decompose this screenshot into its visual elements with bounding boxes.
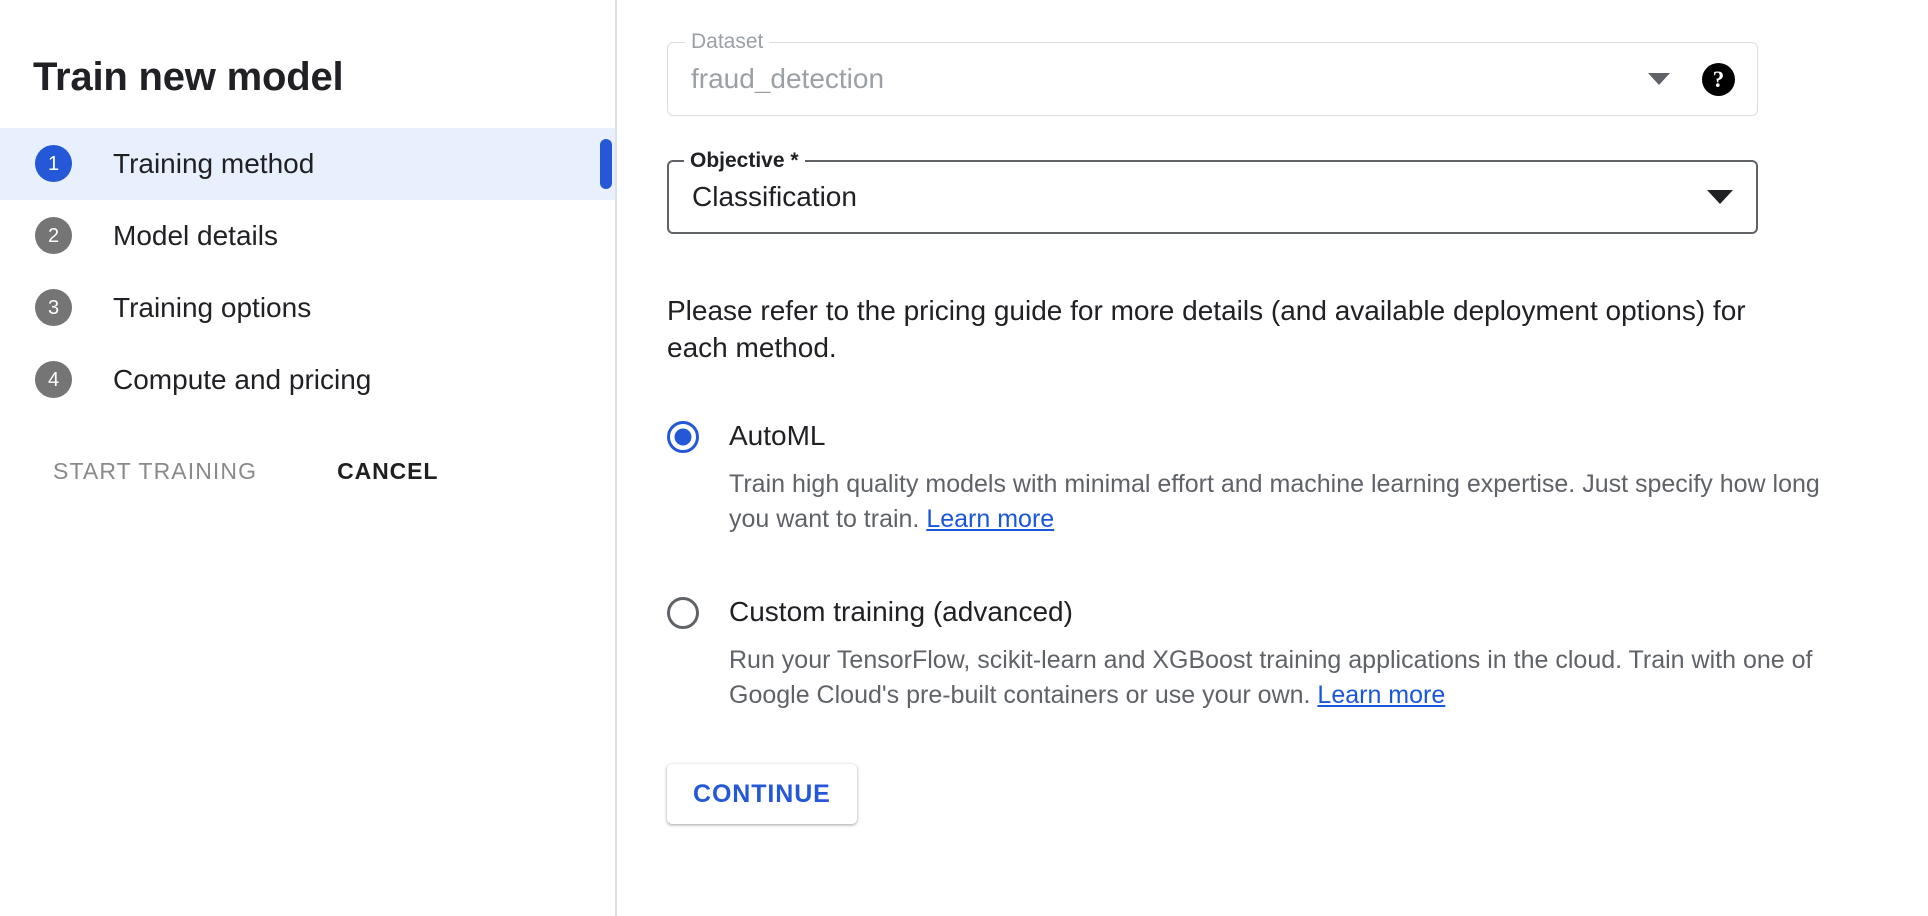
pricing-guide-text: Please refer to the pricing guide for mo… <box>667 292 1797 366</box>
train-new-model-wizard: Train new model 1 Training method 2 Mode… <box>0 0 1928 916</box>
wizard-sidebar: Train new model 1 Training method 2 Mode… <box>0 0 617 916</box>
radio-automl[interactable] <box>667 421 699 453</box>
dataset-selected-value: fraud_detection <box>668 65 1648 93</box>
sidebar-item-model-details[interactable]: 2 Model details <box>0 200 615 272</box>
option-automl-title: AutoML <box>729 422 1844 450</box>
sidebar-item-training-options[interactable]: 3 Training options <box>0 272 615 344</box>
option-automl[interactable]: AutoML Train high quality models with mi… <box>667 416 1758 536</box>
sidebar-item-label: Training method <box>113 150 314 178</box>
objective-selected-value: Classification <box>669 183 1707 211</box>
custom-training-learn-more-link[interactable]: Learn more <box>1317 681 1445 709</box>
step-number-badge: 3 <box>35 289 72 326</box>
option-automl-description-text: Train high quality models with minimal e… <box>729 470 1820 533</box>
start-training-button[interactable]: START TRAINING <box>47 450 263 493</box>
step-number-badge: 2 <box>35 217 72 254</box>
sidebar-item-label: Model details <box>113 222 278 250</box>
automl-learn-more-link[interactable]: Learn more <box>926 505 1054 533</box>
sidebar-item-label: Compute and pricing <box>113 366 371 394</box>
option-custom-training-title: Custom training (advanced) <box>729 598 1844 626</box>
chevron-down-icon[interactable] <box>1707 190 1733 204</box>
option-custom-training[interactable]: Custom training (advanced) Run your Tens… <box>667 592 1758 712</box>
step-number-badge: 4 <box>35 361 72 398</box>
option-spacer <box>667 536 1758 592</box>
field-spacer <box>667 116 1758 160</box>
objective-field-row: Objective * Classification <box>667 160 1758 234</box>
step-list: 1 Training method 2 Model details 3 Trai… <box>0 128 615 416</box>
active-step-indicator <box>600 139 612 189</box>
sidebar-item-compute-and-pricing[interactable]: 4 Compute and pricing <box>0 344 615 416</box>
objective-select[interactable]: Objective * Classification <box>667 160 1758 234</box>
help-circle-icon[interactable]: ? <box>1702 63 1735 96</box>
radio-custom-training[interactable] <box>667 597 699 629</box>
continue-button[interactable]: CONTINUE <box>667 764 857 824</box>
sidebar-action-bar: START TRAINING CANCEL <box>0 450 615 493</box>
page-title: Train new model <box>0 27 615 101</box>
sidebar-item-label: Training options <box>113 294 311 322</box>
option-automl-description: Train high quality models with minimal e… <box>729 467 1844 536</box>
option-custom-training-description: Run your TensorFlow, scikit-learn and XG… <box>729 643 1844 712</box>
objective-field-label: Objective * <box>684 150 805 171</box>
step-number-badge: 1 <box>35 145 72 182</box>
cancel-button[interactable]: CANCEL <box>331 450 444 493</box>
option-custom-training-description-text: Run your TensorFlow, scikit-learn and XG… <box>729 646 1812 709</box>
dataset-select[interactable]: Dataset fraud_detection ? <box>667 42 1758 116</box>
dataset-field-row: Dataset fraud_detection ? <box>667 42 1758 116</box>
wizard-main-panel: Dataset fraud_detection ? Objective * Cl… <box>617 0 1928 916</box>
training-method-radio-group: AutoML Train high quality models with mi… <box>667 416 1758 712</box>
dataset-field-label: Dataset <box>685 31 769 52</box>
sidebar-item-training-method[interactable]: 1 Training method <box>0 128 615 200</box>
chevron-down-icon[interactable] <box>1648 73 1670 85</box>
